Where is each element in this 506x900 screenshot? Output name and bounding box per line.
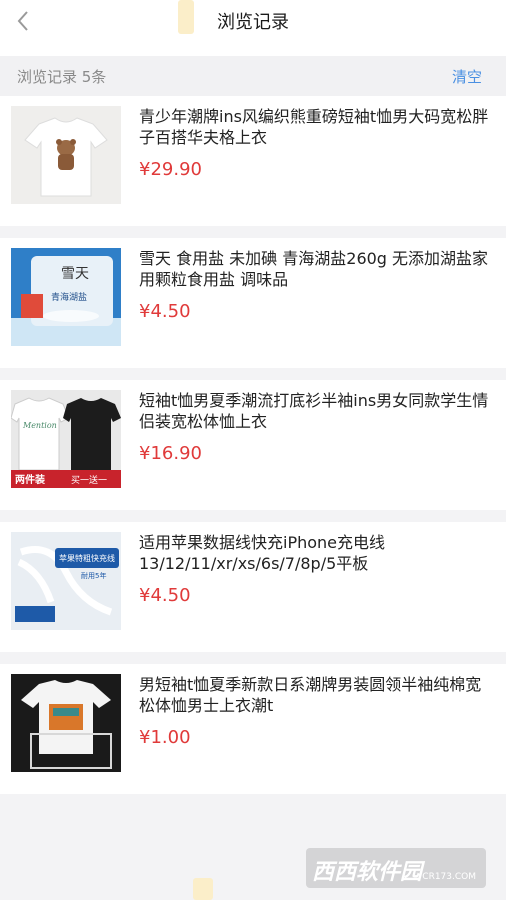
product-price: ¥4.50 (139, 585, 191, 606)
divider (0, 226, 506, 238)
product-name: 短袖t恤男夏季潮流打底衫半袖ins男女同款学生情侣装宽松体恤上衣 (139, 391, 489, 431)
salt-name-text: 青海湖盐 (51, 291, 87, 303)
cable-title-text: 苹果特粗快充线 (59, 553, 115, 563)
list-item[interactable]: 雪天 青海湖盐 雪天 食用盐 未加碘 青海湖盐260g 无添加湖盐家用颗粒食用盐… (0, 238, 506, 368)
product-price: ¥4.50 (139, 301, 191, 322)
promo-text: 买一送一 (71, 474, 107, 486)
tshirt-bear-image (11, 106, 121, 204)
decor-strip (193, 878, 213, 900)
product-name: 雪天 食用盐 未加碘 青海湖盐260g 无添加湖盐家用颗粒食用盐 调味品 (139, 249, 489, 289)
divider (0, 510, 506, 522)
salt-package-image: 雪天 青海湖盐 (11, 248, 121, 346)
product-name: 青少年潮牌ins风编织熊重磅短袖t恤男大码宽松胖子百搭华夫格上衣 (139, 107, 489, 147)
divider (0, 368, 506, 380)
product-image (11, 674, 121, 772)
pack-label-text: 两件装 (15, 473, 45, 486)
cable-image: 苹果特粗快充线 耐用5年 (11, 532, 121, 630)
list-item[interactable]: Mention 两件装 买一送一 短袖t恤男夏季潮流打底衫半袖ins男女同款学生… (0, 380, 506, 510)
product-image (11, 106, 121, 204)
page-title: 浏览记录 (217, 12, 289, 33)
product-price: ¥29.90 (139, 159, 202, 180)
tshirt-print-image (11, 674, 121, 772)
product-image: 雪天 青海湖盐 (11, 248, 121, 346)
product-name: 男短袖t恤夏季新款日系潮牌男装圆领半袖纯棉宽松体恤男士上衣潮t (139, 675, 482, 715)
history-summary: 浏览记录 5条 清空 (0, 56, 506, 96)
list-item[interactable]: 青少年潮牌ins风编织熊重磅短袖t恤男大码宽松胖子百搭华夫格上衣 ¥29.90 (0, 96, 506, 226)
clear-button[interactable]: 清空 (452, 66, 482, 87)
divider (0, 652, 506, 664)
history-count: 浏览记录 5条 (17, 68, 107, 86)
list-item[interactable]: 男短袖t恤夏季新款日系潮牌男装圆领半袖纯棉宽松体恤男士上衣潮t ¥1.00 (0, 664, 506, 794)
product-image: 苹果特粗快充线 耐用5年 (11, 532, 121, 630)
watermark: 西西软件园 CR173.COM (306, 848, 486, 888)
watermark-logo: 西西软件园 (312, 860, 423, 885)
svg-text:Mention: Mention (22, 421, 57, 430)
cable-sub-text: 耐用5年 (81, 571, 106, 580)
watermark-site: CR173.COM (422, 872, 476, 882)
list-item[interactable]: 苹果特粗快充线 耐用5年 适用苹果数据线快充iPhone充电线13/12/11/… (0, 522, 506, 652)
salt-brand-text: 雪天 (61, 266, 89, 282)
nav-bar: 浏览记录 (0, 0, 506, 56)
product-price: ¥1.00 (139, 727, 191, 748)
tshirt-pair-image: Mention 两件装 买一送一 (11, 390, 121, 488)
history-list: 青少年潮牌ins风编织熊重磅短袖t恤男大码宽松胖子百搭华夫格上衣 ¥29.90 … (0, 96, 506, 794)
product-price: ¥16.90 (139, 443, 202, 464)
product-name: 适用苹果数据线快充iPhone充电线13/12/11/xr/xs/6s/7/8p… (139, 533, 386, 573)
product-image: Mention 两件装 买一送一 (11, 390, 121, 488)
